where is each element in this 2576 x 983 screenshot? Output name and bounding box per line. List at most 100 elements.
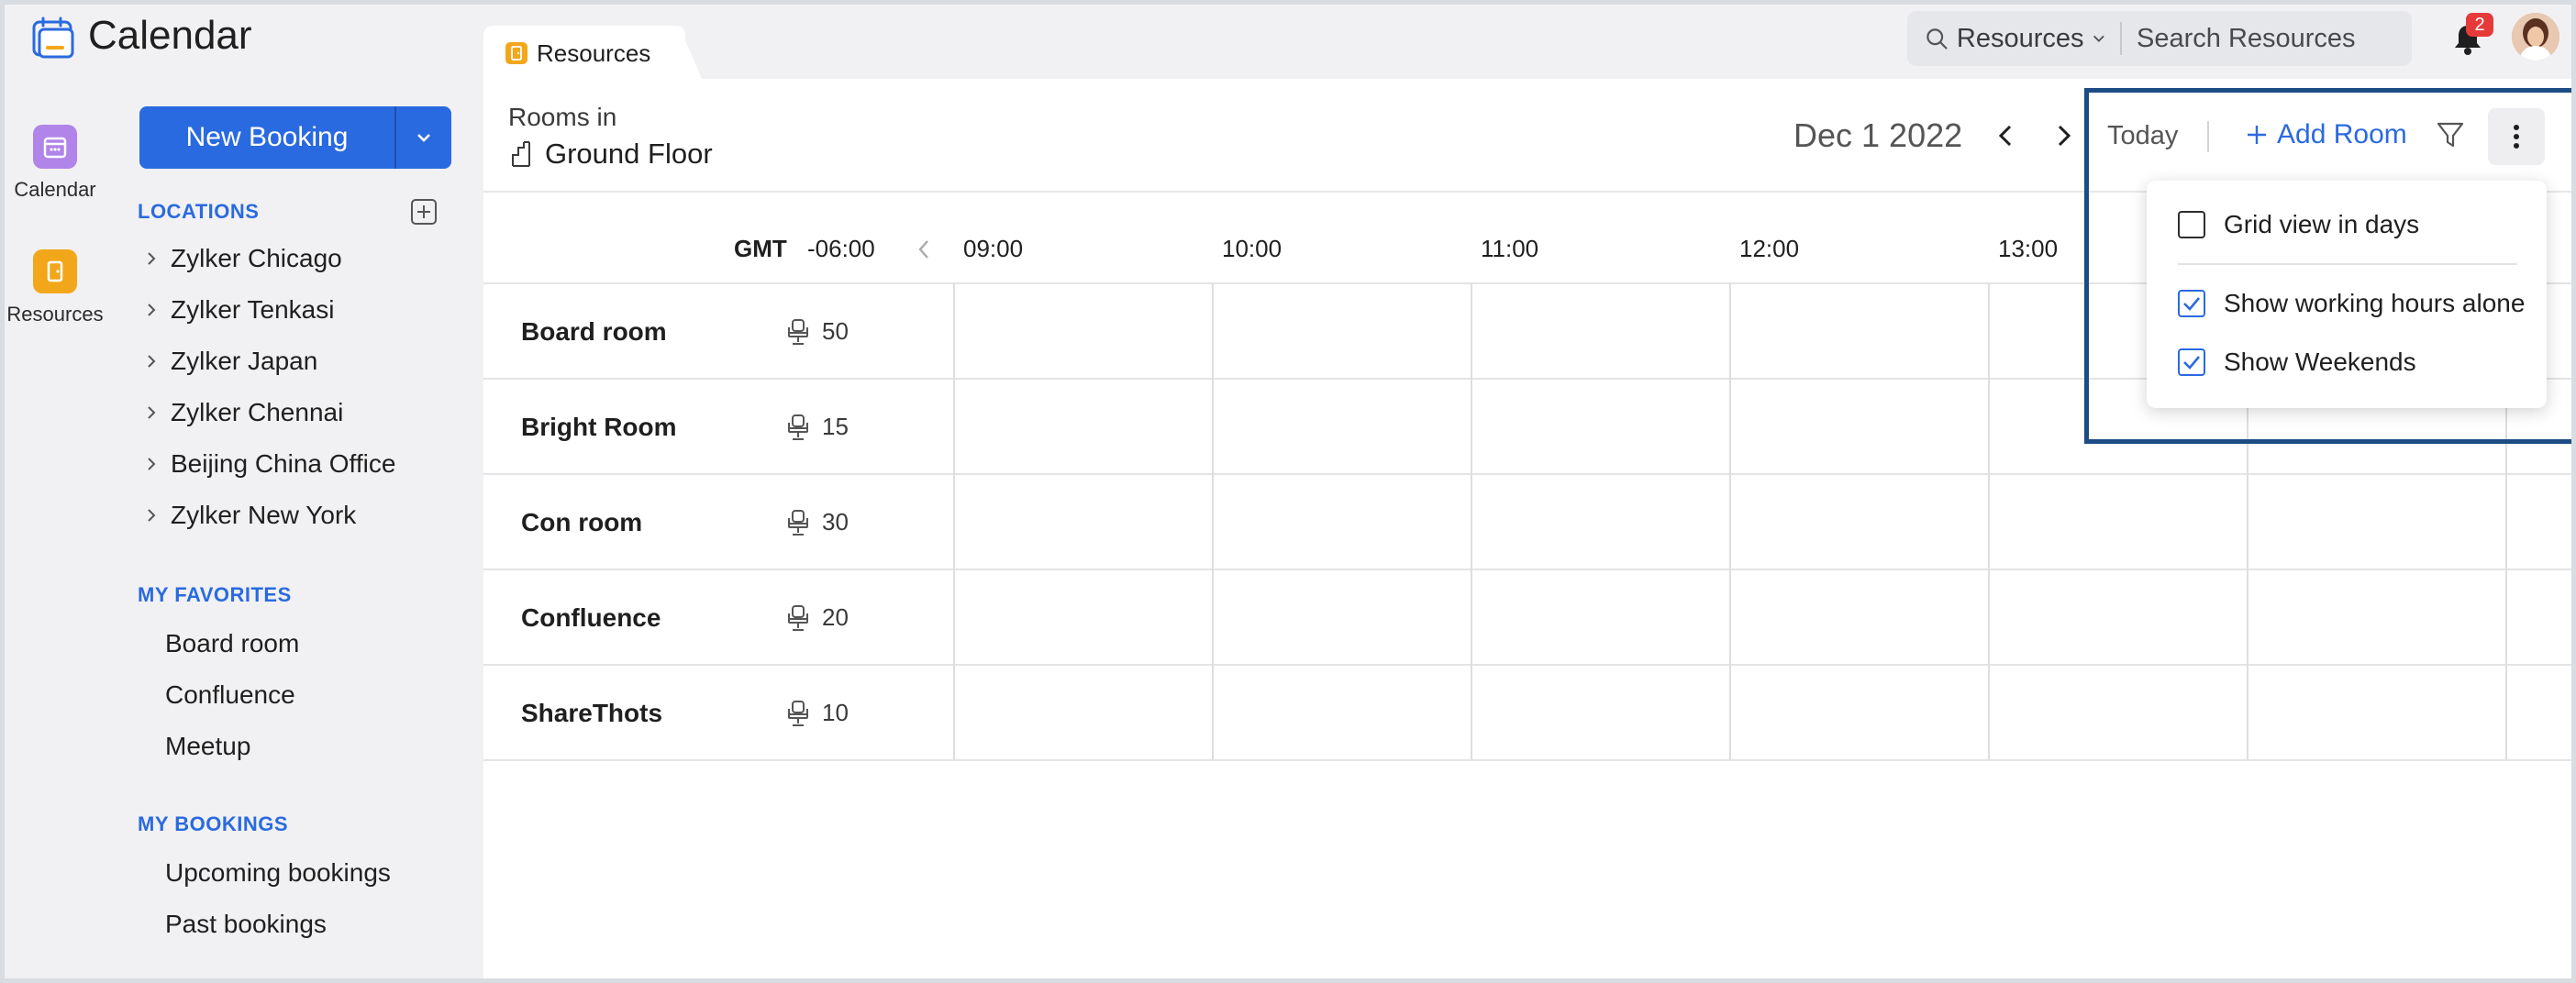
- chevron-down-icon: [417, 134, 430, 142]
- add-room-label: Add Room: [2277, 119, 2407, 149]
- grid-col-line: [1471, 283, 1472, 760]
- grid-col-line: [953, 283, 955, 760]
- hour-label: 10:00: [1222, 235, 1282, 262]
- more-options-button[interactable]: [2488, 108, 2545, 165]
- favorite-item[interactable]: Meetup: [165, 732, 250, 761]
- room-name[interactable]: Bright Room: [521, 413, 677, 442]
- hour-label: 09:00: [963, 235, 1024, 262]
- grid-col-line: [1212, 283, 1214, 760]
- tab-resources[interactable]: Resources: [483, 26, 685, 81]
- chevron-right-icon[interactable]: [143, 456, 160, 472]
- room-capacity-value: 20: [822, 603, 849, 631]
- room-capacity-value: 30: [822, 508, 849, 536]
- room-name[interactable]: Board room: [521, 317, 667, 347]
- menu-item-show-weekends[interactable]: Show Weekends: [2178, 348, 2416, 377]
- new-booking-button[interactable]: New Booking: [139, 106, 394, 169]
- menu-item-label: Show working hours alone: [2224, 289, 2526, 317]
- menu-item-label: Show Weekends: [2224, 348, 2416, 376]
- avatar[interactable]: [2512, 13, 2559, 61]
- bookings-item[interactable]: Upcoming bookings: [165, 858, 391, 888]
- avatar-image: [2512, 13, 2559, 61]
- room-name[interactable]: Con room: [521, 508, 642, 537]
- menu-item-grid-view-in-days[interactable]: Grid view in days: [2178, 210, 2419, 239]
- location-item[interactable]: Zylker Japan: [143, 347, 317, 376]
- chair-icon: [788, 318, 808, 345]
- grid-col-line: [1729, 283, 1731, 760]
- location-label: Beijing China Office: [171, 449, 396, 478]
- location-label: Zylker Chicago: [171, 244, 342, 272]
- search-box[interactable]: Resources: [1907, 11, 2412, 66]
- search-input[interactable]: [2137, 23, 2412, 54]
- floor-label: Ground Floor: [545, 138, 713, 170]
- current-date: Dec 1 2022: [1793, 116, 1963, 154]
- room-capacity: 30: [785, 508, 849, 536]
- check-icon: [2183, 297, 2200, 311]
- resources-icon: [33, 249, 77, 293]
- chair-icon: [788, 604, 808, 631]
- menu-item-show-working-hours[interactable]: Show working hours alone: [2178, 289, 2525, 318]
- add-location-icon[interactable]: [410, 198, 438, 226]
- chair-icon: [788, 700, 808, 726]
- chevron-right-icon[interactable]: [143, 404, 160, 421]
- add-room-button[interactable]: Add Room: [2246, 119, 2407, 150]
- room-capacity-value: 50: [822, 317, 849, 345]
- filter-icon[interactable]: [2435, 119, 2466, 150]
- rooms-in-label: Rooms in: [508, 103, 617, 131]
- search-scope-select[interactable]: Resources: [1957, 24, 2084, 54]
- location-label: Zylker New York: [171, 501, 357, 529]
- search-divider: [2120, 22, 2122, 55]
- checkbox[interactable]: [2178, 211, 2205, 238]
- checkbox-checked[interactable]: [2178, 348, 2205, 376]
- search-icon: [1926, 28, 1948, 50]
- chevron-left-icon[interactable]: [1993, 119, 2020, 152]
- bookings-item[interactable]: Past bookings: [165, 910, 327, 939]
- bookings-header: MY BOOKINGS: [138, 812, 289, 835]
- today-button[interactable]: Today: [2107, 121, 2178, 151]
- hour-label: 11:00: [1481, 235, 1539, 262]
- floor-selector[interactable]: Ground Floor: [510, 138, 713, 171]
- notification-badge: 2: [2466, 13, 2493, 37]
- room-capacity: 20: [785, 603, 849, 632]
- rail-item-resources[interactable]: Resources: [0, 249, 110, 326]
- chevron-right-icon[interactable]: [143, 302, 160, 318]
- menu-item-label: Grid view in days: [2224, 210, 2420, 238]
- grid-row-line: [483, 473, 2571, 475]
- timezone-label: GMT: [734, 235, 787, 262]
- calendar-logo-icon: [32, 17, 74, 59]
- view-options-menu: Grid view in days Show working hours alo…: [2147, 181, 2547, 408]
- room-capacity-value: 15: [822, 413, 849, 440]
- chevron-left-icon[interactable]: [914, 236, 934, 263]
- chevron-right-icon[interactable]: [143, 250, 160, 267]
- location-item[interactable]: Zylker Chennai: [143, 398, 343, 427]
- location-item[interactable]: Zylker New York: [143, 501, 356, 530]
- location-item[interactable]: Zylker Chicago: [143, 244, 342, 273]
- grid-col-line: [1988, 283, 1990, 760]
- chevron-right-icon[interactable]: [2049, 119, 2077, 152]
- new-booking-button-group[interactable]: New Booking: [139, 106, 451, 169]
- checkbox-checked[interactable]: [2178, 290, 2205, 317]
- room-name[interactable]: ShareThots: [521, 699, 662, 728]
- chevron-right-icon[interactable]: [143, 353, 160, 370]
- chevron-down-icon[interactable]: [2092, 30, 2106, 47]
- stairs-icon: [512, 141, 530, 167]
- location-item[interactable]: Beijing China Office: [143, 449, 395, 479]
- check-icon: [2183, 356, 2200, 370]
- favorites-header: MY FAVORITES: [138, 583, 292, 606]
- calendar-icon: [33, 125, 77, 169]
- chair-icon: [788, 414, 808, 440]
- favorite-item[interactable]: Confluence: [165, 680, 295, 710]
- rail-label-resources: Resources: [6, 303, 104, 326]
- chevron-right-icon[interactable]: [143, 507, 160, 524]
- new-booking-dropdown-button[interactable]: [396, 106, 451, 169]
- timezone-offset: -06:00: [807, 235, 875, 262]
- hour-label: 12:00: [1739, 235, 1800, 262]
- room-capacity: 50: [785, 317, 849, 346]
- location-item[interactable]: Zylker Tenkasi: [143, 295, 334, 325]
- grid-row-line: [483, 569, 2571, 570]
- grid-row-line: [483, 664, 2571, 666]
- room-name[interactable]: Confluence: [521, 603, 661, 633]
- location-label: Zylker Tenkasi: [171, 295, 335, 324]
- favorite-item[interactable]: Board room: [165, 629, 299, 658]
- rail-item-calendar[interactable]: Calendar: [0, 125, 110, 202]
- chair-icon: [788, 509, 808, 536]
